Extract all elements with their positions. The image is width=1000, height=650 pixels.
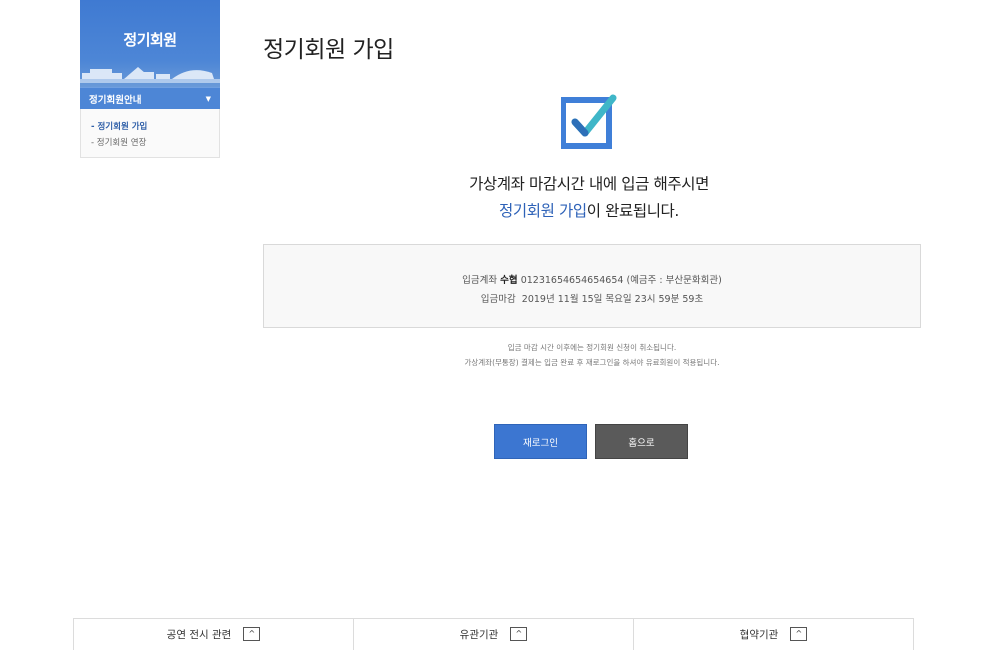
footer-item-partner[interactable]: 협약기관 ^: [634, 619, 913, 650]
footer-item-label: 공연 전시 관련: [166, 628, 232, 641]
sidebar-header: 정기회원: [80, 0, 220, 87]
footer-item-label: 협약기관: [739, 628, 779, 641]
sidebar-menu-label: 정기회원안내: [89, 94, 142, 106]
relogin-notice: 가상계좌(무통장) 결제는 입금 완료 후 재로그인을 하셔야 유료회원이 적용…: [464, 358, 720, 367]
sidebar-item-join[interactable]: - 정기회원 가입: [91, 119, 219, 135]
building-skyline-illustration: [80, 67, 220, 83]
sidebar-title: 정기회원: [123, 31, 177, 49]
chevron-up-icon[interactable]: ^: [790, 627, 808, 641]
account-label: 입금계좌: [462, 275, 498, 286]
completion-message-line2: 정기회원 가입이 완료됩니다.: [0, 199, 1000, 221]
sidebar: 정기회원 정기회원안내 ▼ - 정기회원 가입 - 정기회원 연장: [80, 0, 220, 158]
chevron-up-icon[interactable]: ^: [243, 627, 261, 641]
checkbox-check-icon: [561, 94, 617, 149]
deadline-label: 입금마감: [480, 294, 516, 305]
footer-item-label: 유관기관: [459, 628, 499, 641]
chevron-up-icon[interactable]: ^: [510, 627, 528, 641]
footer-item-related[interactable]: 유관기관 ^: [354, 619, 634, 650]
sidebar-submenu: - 정기회원 가입 - 정기회원 연장: [80, 109, 220, 158]
account-bank: 수협: [500, 275, 518, 286]
home-button[interactable]: 홈으로: [595, 424, 688, 459]
deadline-value: 2019년 11월 15일 목요일 23시 59분 59초: [521, 294, 704, 305]
page-title: 정기회원 가입: [263, 37, 394, 63]
account-number: 01231654654654654: [520, 275, 624, 286]
completion-message-highlight: 정기회원 가입: [499, 202, 587, 220]
caret-down-icon: ▼: [205, 94, 211, 103]
footer-item-performance[interactable]: 공연 전시 관련 ^: [74, 619, 354, 650]
completion-message-rest: 이 완료됩니다.: [586, 202, 680, 220]
cancel-notice: 입금 마감 시간 이후에는 정기회원 신청이 취소됩니다.: [507, 343, 677, 352]
sidebar-menu-dropdown[interactable]: 정기회원안내 ▼: [80, 87, 220, 109]
deadline-row: 입금마감 2019년 11월 15일 목요일 23시 59분 59초: [264, 290, 920, 309]
relogin-button[interactable]: 재로그인: [494, 424, 587, 459]
sidebar-item-renew[interactable]: - 정기회원 연장: [91, 135, 219, 151]
completion-message-line1: 가상계좌 마감시간 내에 입금 해주시면: [469, 175, 709, 193]
footer-links: 공연 전시 관련 ^ 유관기관 ^ 협약기관 ^: [73, 618, 914, 650]
account-holder: (예금주 : 부산문화회관): [626, 275, 722, 286]
payment-info-box: 입금계좌 수협 01231654654654654 (예금주 : 부산문화회관)…: [263, 244, 921, 328]
account-row: 입금계좌 수협 01231654654654654 (예금주 : 부산문화회관): [264, 271, 920, 290]
